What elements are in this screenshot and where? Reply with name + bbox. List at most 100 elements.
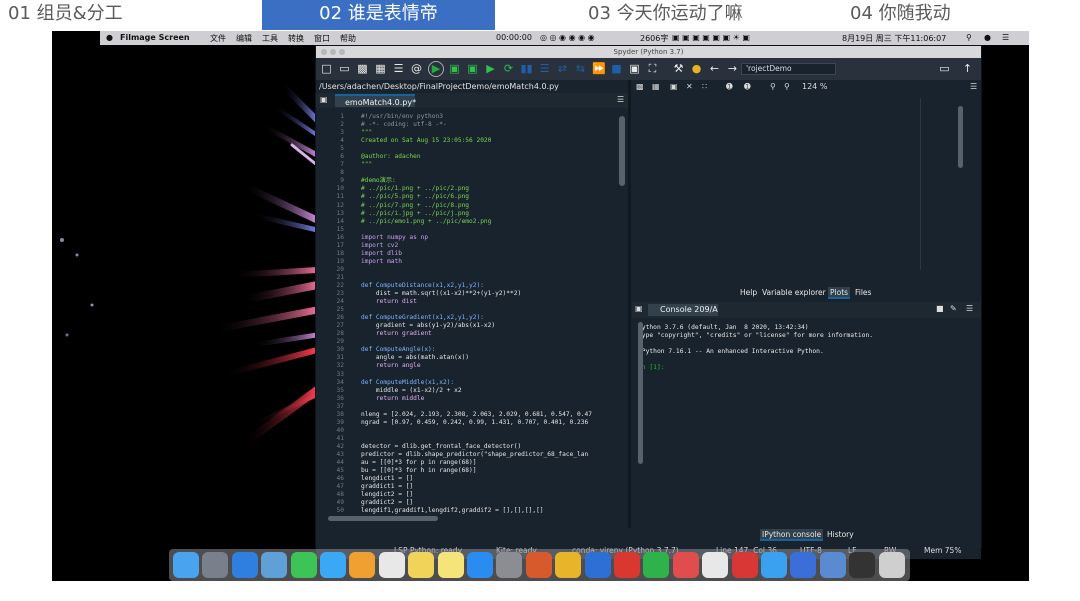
dock-maps-icon[interactable] <box>761 552 787 578</box>
dock-netease-icon[interactable] <box>614 552 640 578</box>
dock-finder-icon[interactable] <box>173 552 199 578</box>
tab-ipython-console[interactable]: IPython console <box>760 529 824 541</box>
tab-plots[interactable]: Plots <box>828 287 851 299</box>
code-editor[interactable]: 1 #!/usr/bin/env python3 2 # -*- coding: ut… <box>316 108 628 528</box>
dock-safari-icon[interactable] <box>231 552 258 578</box>
dock-preview-icon[interactable] <box>261 552 288 578</box>
run-file-icon[interactable]: ▶ <box>428 61 444 77</box>
zoom-out-icon[interactable]: ⚲ <box>770 82 776 91</box>
console-browse-icon[interactable]: ▣ <box>635 304 643 313</box>
menu-app-name[interactable]: Filmage Screen <box>120 33 190 42</box>
previous-plot-icon[interactable]: ➊ <box>726 82 733 91</box>
dock-powerpoint-icon[interactable] <box>525 552 552 578</box>
menu-convert[interactable]: 转换 <box>288 33 304 44</box>
ipython-console[interactable]: Python 3.7.6 (default, Jan 8 2020, 13:42… <box>632 318 981 524</box>
list-icon[interactable]: ☰ <box>392 62 405 75</box>
close-window-icon[interactable] <box>321 49 327 55</box>
tab-follow-me[interactable]: 04 你随我动 <box>850 0 1010 30</box>
back-arrow-icon[interactable]: ← <box>708 62 721 75</box>
plots-options-icon[interactable]: ☰ <box>970 82 977 91</box>
record-controls-icon[interactable]: ◎ ◎ ◉ ◉ ◉ ◉ <box>540 33 595 42</box>
minimize-window-icon[interactable] <box>330 49 336 55</box>
dock-chrome-icon[interactable] <box>555 552 582 578</box>
step-return-icon[interactable]: ⇆ <box>574 62 587 75</box>
dock-notes-icon[interactable] <box>408 552 435 578</box>
tab-help[interactable]: Help <box>738 287 759 299</box>
clock[interactable]: 8月19日 周三 下午11:06:07 <box>842 33 946 44</box>
python-path-icon[interactable]: ● <box>690 62 703 75</box>
parent-directory-icon[interactable]: ↑ <box>961 62 974 75</box>
siri-icon[interactable]: ● <box>984 33 991 42</box>
dock-stickies-icon[interactable] <box>437 552 464 578</box>
browse-tabs-icon[interactable]: ▣ <box>320 95 328 104</box>
tab-history[interactable]: History <box>825 529 856 541</box>
debug-icon[interactable]: ▮▮ <box>520 62 533 75</box>
dock-trash-icon[interactable] <box>878 552 905 578</box>
dock-wechat-icon[interactable] <box>643 552 670 578</box>
dock-facetime-icon[interactable] <box>290 552 317 578</box>
dock-bowtie-icon[interactable] <box>672 552 699 578</box>
step-icon[interactable]: ☰ <box>538 62 551 75</box>
spotlight-icon[interactable]: ⚲ <box>966 33 972 42</box>
dock-messages-icon[interactable] <box>320 552 346 578</box>
dock-app-store-icon[interactable] <box>467 552 493 578</box>
save-plot-icon[interactable]: ▩ <box>636 82 644 91</box>
dock-terminal-icon[interactable] <box>849 552 876 578</box>
next-plot-icon[interactable]: ➊ <box>744 82 751 91</box>
editor-tab-file[interactable]: emoMatch4.0.py* <box>335 94 416 107</box>
remove-plot-icon[interactable]: ✕ <box>686 82 693 91</box>
run-cell-advance-icon[interactable]: ▣ <box>466 62 479 75</box>
save-file-icon[interactable]: ▩ <box>356 62 369 75</box>
dock-calendar-icon[interactable] <box>378 552 405 578</box>
save-all-plots-icon[interactable]: ▦ <box>652 82 660 91</box>
fullscreen-icon[interactable]: ⛶ <box>646 62 659 75</box>
continue-icon[interactable]: ⏩ <box>592 62 606 75</box>
menu-file[interactable]: 文件 <box>210 33 226 44</box>
at-icon[interactable]: @ <box>410 62 423 75</box>
run-selection-icon[interactable]: ▶ <box>484 62 497 75</box>
remove-all-plots-icon[interactable]: ∷ <box>702 82 707 91</box>
open-file-icon[interactable]: ▭ <box>338 62 351 75</box>
tab-emoji-king[interactable]: 02 谁是表情帝 <box>262 0 495 30</box>
menu-extras-icon[interactable]: ▣ ▣ ▣ ▣ ▣ ▣ ☀ ▣ <box>672 33 750 42</box>
browse-folder-icon[interactable]: ▭ <box>938 62 951 75</box>
working-directory-input[interactable]: 'rojectDemo <box>741 63 836 75</box>
dock-launchpad-icon[interactable] <box>202 552 229 578</box>
editor-options-icon[interactable]: ☰ <box>617 95 624 104</box>
tab-files[interactable]: Files <box>853 287 873 299</box>
clear-console-icon[interactable]: ✎ <box>950 304 957 313</box>
preferences-icon[interactable]: ⚒ <box>672 62 685 75</box>
menu-help[interactable]: 帮助 <box>340 33 356 44</box>
console-tab[interactable]: Console 209/A <box>648 304 718 316</box>
dock-xcode-icon[interactable] <box>790 552 817 578</box>
editor-vertical-scrollbar[interactable] <box>619 116 625 186</box>
tab-members[interactable]: 01 组员&分工 <box>8 0 198 30</box>
dock-screenshots-icon[interactable] <box>819 552 846 578</box>
zoom-window-icon[interactable] <box>339 49 345 55</box>
interrupt-kernel-icon[interactable]: ■ <box>936 304 944 313</box>
run-cell-icon[interactable]: ▣ <box>448 62 461 75</box>
maximize-pane-icon[interactable]: ▣ <box>628 62 641 75</box>
menu-edit[interactable]: 编辑 <box>236 33 252 44</box>
plots-scrollbar[interactable] <box>958 106 963 168</box>
new-file-icon[interactable]: □ <box>320 62 333 75</box>
console-options-icon[interactable]: ☰ <box>966 304 973 313</box>
copy-plot-icon[interactable]: ▣ <box>670 82 678 91</box>
menu-tools[interactable]: 工具 <box>262 33 278 44</box>
editor-horizontal-scrollbar[interactable] <box>328 516 438 521</box>
dock-settings-icon[interactable] <box>496 552 523 578</box>
dock-pdf-icon[interactable] <box>731 552 758 578</box>
rerun-icon[interactable]: ⟳ <box>502 62 515 75</box>
tab-variable-explorer[interactable]: Variable explorer <box>760 287 828 299</box>
dock-photos-icon[interactable] <box>349 552 376 578</box>
control-center-icon[interactable]: ☰ <box>1002 33 1009 42</box>
stop-debug-icon[interactable]: ■ <box>610 62 623 75</box>
save-all-icon[interactable]: ▦ <box>374 62 387 75</box>
dock-word-icon[interactable] <box>584 552 611 578</box>
console-scrollbar[interactable] <box>638 322 643 464</box>
step-into-icon[interactable]: ⇄ <box>556 62 569 75</box>
forward-arrow-icon[interactable]: → <box>726 62 739 75</box>
pane-splitter[interactable] <box>628 80 631 528</box>
tab-exercise[interactable]: 03 今天你运动了嘛 <box>588 0 788 30</box>
apple-icon[interactable]: ● <box>106 33 113 42</box>
